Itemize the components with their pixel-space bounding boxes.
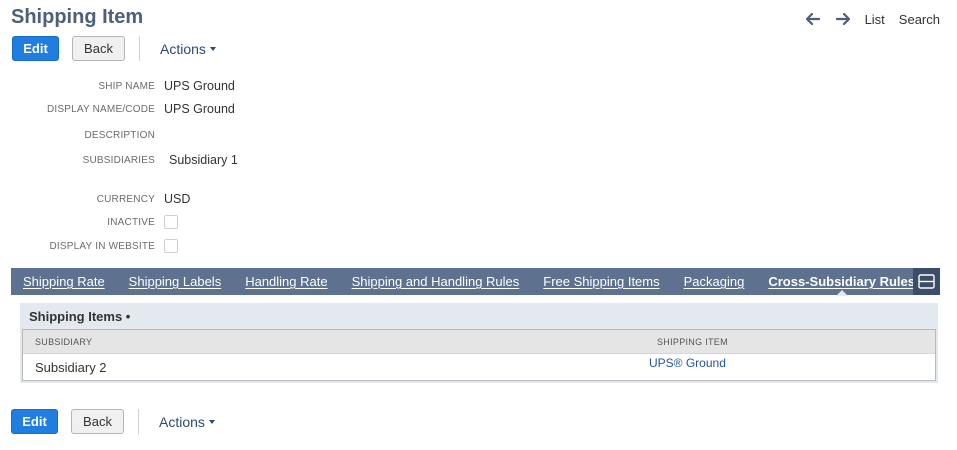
tab-handling-rate[interactable]: Handling Rate [233,268,339,295]
toolbar-divider [139,36,140,61]
table-row: Subsidiary 2 UPS® Ground [23,354,935,380]
tab-packaging[interactable]: Packaging [672,268,757,295]
inactive-checkbox[interactable] [164,215,178,229]
list-link[interactable]: List [865,12,885,27]
tab-layout-toggle-icon[interactable] [913,268,940,295]
actions-menu-bottom[interactable]: Actions [159,414,215,430]
arrow-left-icon[interactable] [805,11,821,27]
field-description: DESCRIPTION [0,130,164,141]
field-display-in-website: DISPLAY IN WEBSITE [0,239,178,253]
arrow-right-icon[interactable] [835,11,851,27]
caret-down-icon [209,46,216,51]
field-label: SUBSIDIARIES [82,154,155,166]
table-header: SUBSIDIARY SHIPPING ITEM [23,330,935,354]
field-label: CURRENCY [96,193,155,205]
back-button[interactable]: Back [72,36,125,61]
shipping-items-panel: Shipping Items • SUBSIDIARY SHIPPING ITE… [20,303,938,383]
column-header-subsidiary: SUBSIDIARY [35,336,93,347]
page-title: Shipping Item [11,6,144,28]
shipping-items-table: SUBSIDIARY SHIPPING ITEM Subsidiary 2 UP… [22,329,936,381]
field-label: DISPLAY IN WEBSITE [49,240,155,252]
cell-subsidiary: Subsidiary 2 [35,359,107,375]
field-currency: CURRENCY USD [0,192,191,206]
edit-button-bottom[interactable]: Edit [11,409,58,434]
field-value: Subsidiary 1 [169,153,238,167]
field-label: DISPLAY NAME/CODE [46,103,155,115]
toolbar-divider [138,409,139,434]
record-navigation: List Search [805,11,940,27]
subpanel-title: Shipping Items • [29,309,131,324]
actions-label: Actions [159,413,205,430]
field-label: DESCRIPTION [84,130,155,141]
tab-shipping-labels[interactable]: Shipping Labels [117,268,234,295]
field-value: USD [164,192,191,206]
cell-shipping-item-link[interactable]: UPS® Ground [649,356,726,370]
bottom-toolbar: Edit Back Actions [11,409,215,434]
caret-down-icon [208,419,215,424]
field-display-name: DISPLAY NAME/CODE UPS Ground [0,102,235,116]
field-value: UPS Ground [164,102,235,116]
subtab-bar: Shipping Rate Shipping Labels Handling R… [11,268,940,296]
display-in-website-checkbox[interactable] [164,239,178,253]
actions-menu[interactable]: Actions [160,41,216,57]
field-inactive: INACTIVE [0,215,178,229]
tab-shipping-rate[interactable]: Shipping Rate [11,268,117,295]
actions-label: Actions [160,40,206,57]
field-label: SHIP NAME [98,80,155,92]
tab-free-shipping-items[interactable]: Free Shipping Items [531,268,671,295]
tab-shipping-handling-rules[interactable]: Shipping and Handling Rules [340,268,532,295]
tab-cross-subsidiary-rules[interactable]: Cross-Subsidiary Rules [756,268,927,296]
column-header-shipping-item: SHIPPING ITEM [657,336,728,347]
field-subsidiaries: SUBSIDIARIES Subsidiary 1 [0,153,238,167]
edit-button[interactable]: Edit [12,36,59,61]
field-ship-name: SHIP NAME UPS Ground [0,79,235,93]
top-toolbar: Edit Back Actions [12,36,216,61]
back-button-bottom[interactable]: Back [71,409,124,434]
field-label: INACTIVE [107,216,155,228]
search-link[interactable]: Search [899,12,940,27]
field-value: UPS Ground [164,79,235,93]
